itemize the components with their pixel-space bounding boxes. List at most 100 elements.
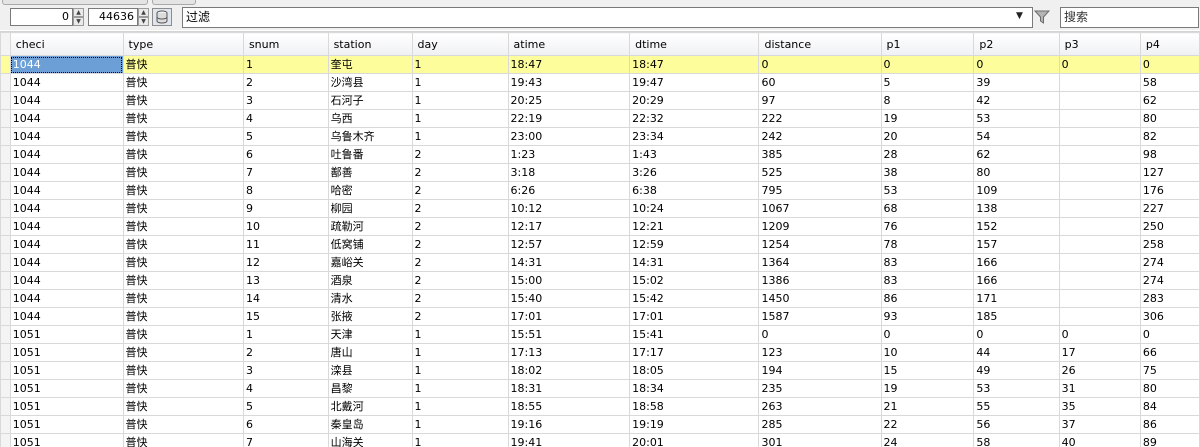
cell-day[interactable]: 1: [412, 362, 508, 380]
table-row[interactable]: 1044普快15张掖217:0117:01158793185306: [1, 308, 1200, 326]
table-row[interactable]: 1044普快10疏勒河212:1712:21120976152250: [1, 218, 1200, 236]
cell-p3[interactable]: [1059, 128, 1140, 146]
cell-type[interactable]: 普快: [123, 164, 243, 182]
cell-distance[interactable]: 795: [759, 182, 881, 200]
cell-p4[interactable]: 66: [1140, 344, 1199, 362]
cell-p2[interactable]: 42: [974, 92, 1059, 110]
cell-p2[interactable]: 185: [974, 308, 1059, 326]
cell-p4[interactable]: 86: [1140, 416, 1199, 434]
cell-p1[interactable]: 53: [881, 182, 974, 200]
cell-station[interactable]: 奎屯: [328, 56, 412, 74]
column-header-checi[interactable]: checi: [10, 33, 123, 56]
cell-day[interactable]: 1: [412, 398, 508, 416]
table-row[interactable]: 1044普快1奎屯118:4718:4700000: [1, 56, 1200, 74]
row-header[interactable]: [1, 164, 11, 182]
table-row[interactable]: 1051普快1天津115:5115:4100000: [1, 326, 1200, 344]
cell-checi[interactable]: 1051: [10, 398, 123, 416]
cell-dtime[interactable]: 23:34: [630, 128, 759, 146]
cell-snum[interactable]: 3: [243, 362, 328, 380]
cell-snum[interactable]: 7: [243, 434, 328, 447]
cell-dtime[interactable]: 18:58: [630, 398, 759, 416]
cell-type[interactable]: 普快: [123, 326, 243, 344]
cell-checi[interactable]: 1044: [10, 272, 123, 290]
cell-p2[interactable]: 53: [974, 110, 1059, 128]
cell-type[interactable]: 普快: [123, 434, 243, 447]
cell-distance[interactable]: 525: [759, 164, 881, 182]
down-arrow-icon[interactable]: ▼: [138, 17, 149, 26]
cell-atime[interactable]: 6:26: [508, 182, 630, 200]
cell-snum[interactable]: 7: [243, 164, 328, 182]
cell-station[interactable]: 昌黎: [328, 380, 412, 398]
cell-checi[interactable]: 1044: [10, 236, 123, 254]
row-header[interactable]: [1, 362, 11, 380]
table-row[interactable]: 1051普快6秦皇岛119:1619:1928522563786: [1, 416, 1200, 434]
cell-p4[interactable]: 80: [1140, 110, 1199, 128]
cell-dtime[interactable]: 12:21: [630, 218, 759, 236]
column-header-p3[interactable]: p3: [1059, 33, 1140, 56]
cell-type[interactable]: 普快: [123, 398, 243, 416]
cell-p1[interactable]: 86: [881, 290, 974, 308]
cell-distance[interactable]: 1364: [759, 254, 881, 272]
search-input[interactable]: 搜索: [1060, 7, 1199, 28]
cell-p2[interactable]: 80: [974, 164, 1059, 182]
filter-input[interactable]: 过滤: [182, 7, 1033, 28]
table-row[interactable]: 1044普快12嘉峪关214:3114:31136483166274: [1, 254, 1200, 272]
cell-p2[interactable]: 49: [974, 362, 1059, 380]
cell-day[interactable]: 1: [412, 326, 508, 344]
cell-p3[interactable]: [1059, 74, 1140, 92]
cell-snum[interactable]: 12: [243, 254, 328, 272]
row-header[interactable]: [1, 434, 11, 447]
cell-atime[interactable]: 19:43: [508, 74, 630, 92]
cell-checi[interactable]: 1051: [10, 434, 123, 447]
cell-type[interactable]: 普快: [123, 380, 243, 398]
cell-p2[interactable]: 157: [974, 236, 1059, 254]
row-header[interactable]: [1, 416, 11, 434]
cell-station[interactable]: 沙湾县: [328, 74, 412, 92]
cell-snum[interactable]: 8: [243, 182, 328, 200]
cell-dtime[interactable]: 1:43: [630, 146, 759, 164]
cell-p3[interactable]: 31: [1059, 380, 1140, 398]
cell-day[interactable]: 1: [412, 416, 508, 434]
cell-p3[interactable]: [1059, 290, 1140, 308]
cell-dtime[interactable]: 20:29: [630, 92, 759, 110]
cell-p3[interactable]: [1059, 146, 1140, 164]
cell-atime[interactable]: 20:25: [508, 92, 630, 110]
cell-dtime[interactable]: 17:01: [630, 308, 759, 326]
cell-type[interactable]: 普快: [123, 182, 243, 200]
cell-snum[interactable]: 15: [243, 308, 328, 326]
cell-p3[interactable]: [1059, 272, 1140, 290]
up-arrow-icon[interactable]: ▲: [138, 8, 149, 17]
cell-p4[interactable]: 75: [1140, 362, 1199, 380]
cell-distance[interactable]: 1450: [759, 290, 881, 308]
cell-snum[interactable]: 5: [243, 128, 328, 146]
cell-atime[interactable]: 3:18: [508, 164, 630, 182]
cell-day[interactable]: 2: [412, 254, 508, 272]
cell-type[interactable]: 普快: [123, 218, 243, 236]
column-header-type[interactable]: type: [123, 33, 243, 56]
cell-p2[interactable]: 171: [974, 290, 1059, 308]
table-row[interactable]: 1044普快8哈密26:266:3879553109176: [1, 182, 1200, 200]
row-header[interactable]: [1, 272, 11, 290]
row-header[interactable]: [1, 254, 11, 272]
cell-atime[interactable]: 19:41: [508, 434, 630, 447]
cell-snum[interactable]: 2: [243, 344, 328, 362]
table-row[interactable]: 1044普快13酒泉215:0015:02138683166274: [1, 272, 1200, 290]
tab-previous[interactable]: [2, 0, 148, 5]
row-header[interactable]: [1, 218, 11, 236]
tab-current[interactable]: [152, 0, 196, 5]
cell-atime[interactable]: 17:01: [508, 308, 630, 326]
cell-snum[interactable]: 5: [243, 398, 328, 416]
cell-dtime[interactable]: 14:31: [630, 254, 759, 272]
cell-dtime[interactable]: 6:38: [630, 182, 759, 200]
cell-p3[interactable]: [1059, 218, 1140, 236]
cell-type[interactable]: 普快: [123, 200, 243, 218]
cell-dtime[interactable]: 18:34: [630, 380, 759, 398]
cell-p2[interactable]: 138: [974, 200, 1059, 218]
cell-p1[interactable]: 10: [881, 344, 974, 362]
cell-p3[interactable]: [1059, 308, 1140, 326]
cell-distance[interactable]: 0: [759, 326, 881, 344]
cell-distance[interactable]: 123: [759, 344, 881, 362]
cell-p4[interactable]: 98: [1140, 146, 1199, 164]
cell-p1[interactable]: 68: [881, 200, 974, 218]
cell-p2[interactable]: 39: [974, 74, 1059, 92]
